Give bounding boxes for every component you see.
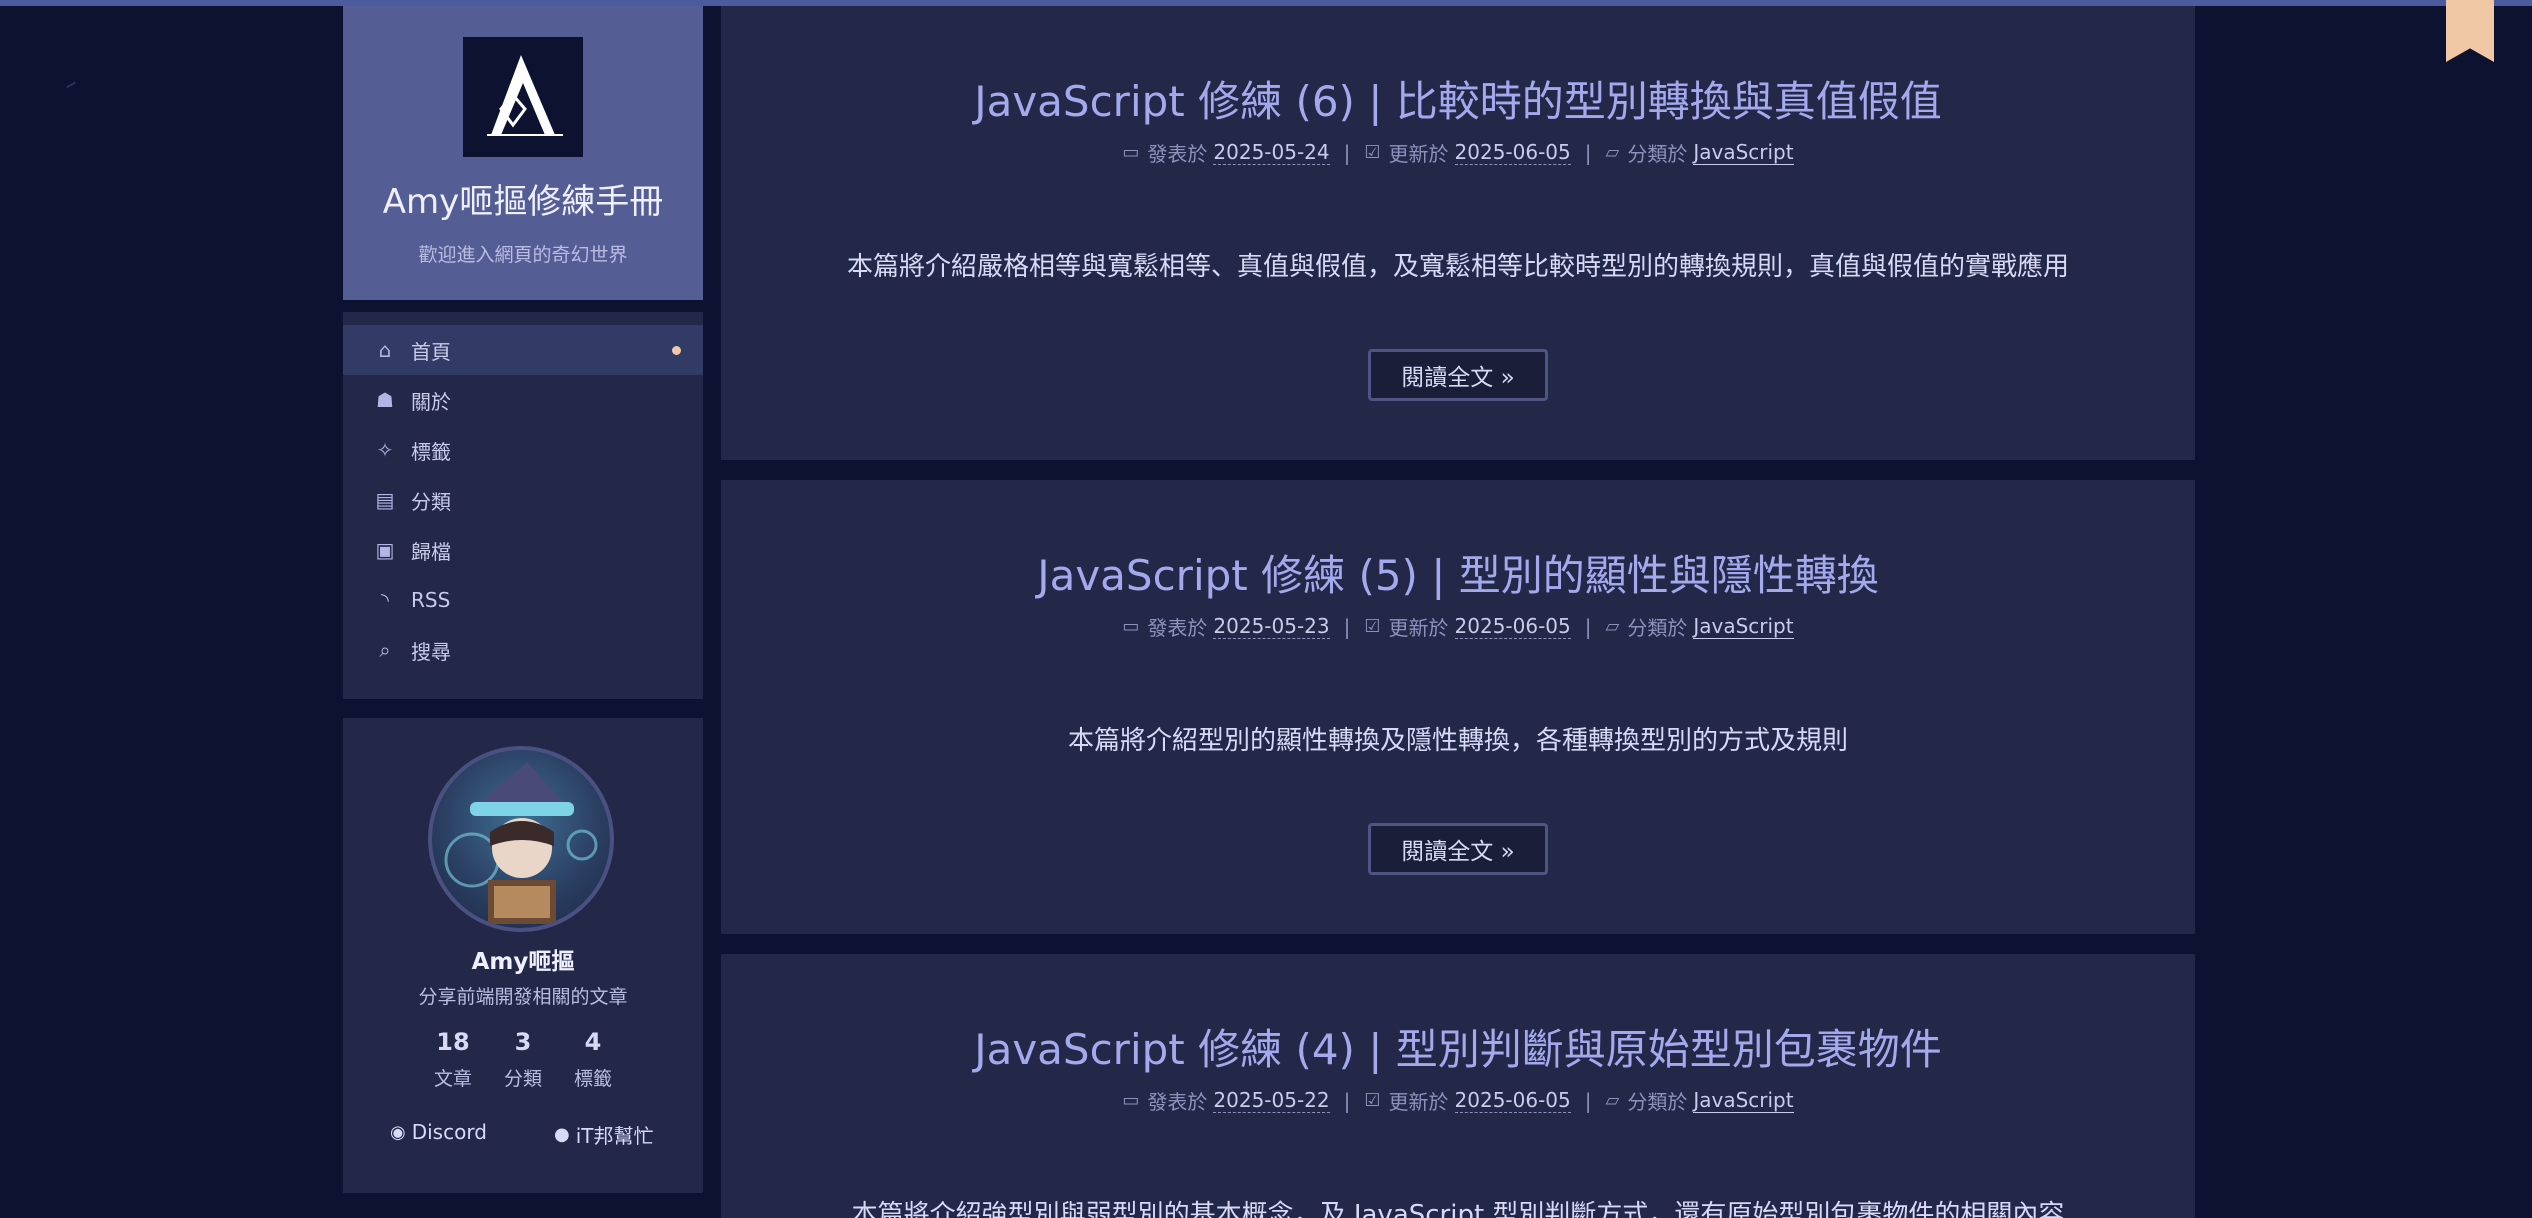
post-title[interactable]: JavaScript 修練 (4) | 型別判斷與原始型別包裹物件 [721, 1016, 2195, 1077]
menu-item-label: 首頁 [411, 339, 451, 364]
menu-item-label: 搜尋 [411, 639, 451, 664]
author-description: 分享前端開發相關的文章 [418, 986, 628, 1008]
folder-icon: ▱ [1605, 616, 1620, 637]
post-title[interactable]: JavaScript 修練 (5) | 型別的顯性與隱性轉換 [721, 542, 2195, 603]
site-stats: 18 文章 3 分類 4 標籤 [343, 1028, 703, 1091]
updated-label: 更新於 [1388, 142, 1449, 166]
site-title[interactable]: Amy咂摳修練手冊 [343, 174, 703, 223]
stat-count: 4 [584, 1028, 602, 1056]
stat-posts[interactable]: 18 文章 [418, 1028, 488, 1091]
stat-label: 文章 [433, 1068, 472, 1090]
user-icon: ☗ [376, 388, 394, 412]
link-label: iT邦幫忙 [575, 1124, 654, 1148]
category-label: 分類於 [1627, 1090, 1688, 1114]
ithome-link[interactable]: ● iT邦幫忙 [554, 1120, 654, 1149]
menu-item-categories[interactable]: ▤ 分類 [343, 475, 703, 525]
menu-item-label: 標籤 [411, 439, 451, 464]
post-meta: ▭ 發表於 2025-05-23 | ☑ 更新於 2025-06-05 | ▱ … [721, 612, 2195, 641]
author-name: Amy咂摳 [471, 949, 575, 975]
avatar-illustration [444, 762, 598, 924]
stat-tags[interactable]: 4 標籤 [558, 1028, 628, 1091]
category-label: 分類於 [1627, 616, 1688, 640]
menu-item-home[interactable]: ⌂ 首頁 [343, 325, 703, 375]
discord-icon: ◉ [390, 1121, 406, 1143]
calendar-icon: ▭ [1122, 1090, 1140, 1111]
rss-icon: ◝ [381, 588, 389, 612]
calendar-check-icon: ☑ [1364, 616, 1381, 637]
magic-wand-icon: ✧ [376, 438, 394, 462]
calendar-check-icon: ☑ [1364, 142, 1381, 163]
active-indicator-dot [672, 346, 681, 355]
search-icon: ⌕ [379, 638, 391, 662]
post-meta: ▭ 發表於 2025-05-24 | ☑ 更新於 2025-06-05 | ▱ … [721, 138, 2195, 167]
menu-item-search[interactable]: ⌕ 搜尋 [343, 625, 703, 675]
bookmark-icon[interactable] [2446, 0, 2494, 62]
folder-icon: ▱ [1605, 142, 1620, 163]
menu-item-label: 分類 [411, 489, 451, 514]
avatar [428, 746, 614, 932]
stat-count: 3 [514, 1028, 532, 1056]
menu-item-archives[interactable]: ▣ 歸檔 [343, 525, 703, 575]
post-excerpt: 本篇將介紹型別的顯性轉換及隱性轉換，各種轉換型別的方式及規則 [1067, 726, 1848, 756]
meta-separator: | [1343, 614, 1351, 639]
post-excerpt: 本篇將介紹嚴格相等與寬鬆相等、真值與假值，及寬鬆相等比較時型別的轉換規則，真值與… [846, 252, 2069, 282]
post-card: JavaScript 修練 (6) | 比較時的型別轉換與真值假值 ▭ 發表於 … [721, 6, 2195, 460]
meta-separator: | [1584, 1088, 1592, 1113]
read-more-button[interactable]: 閱讀全文 » [1368, 823, 1548, 875]
category-link[interactable]: JavaScript [1693, 614, 1794, 639]
meta-separator: | [1584, 140, 1592, 165]
folder-icon: ▱ [1605, 1090, 1620, 1111]
calendar-check-icon: ☑ [1364, 1090, 1381, 1111]
post-card: JavaScript 修練 (5) | 型別的顯性與隱性轉換 ▭ 發表於 202… [721, 480, 2195, 934]
stat-label: 分類 [503, 1068, 542, 1090]
post-meta: ▭ 發表於 2025-05-22 | ☑ 更新於 2025-06-05 | ▱ … [721, 1086, 2195, 1115]
updated-date: 2025-06-05 [1454, 614, 1571, 639]
category-link[interactable]: JavaScript [1693, 140, 1794, 165]
menu-item-label: 關於 [411, 389, 451, 414]
link-label: Discord [411, 1120, 487, 1144]
updated-label: 更新於 [1388, 1090, 1449, 1114]
home-icon: ⌂ [378, 338, 392, 362]
menu-item-label: 歸檔 [411, 539, 451, 564]
stat-label: 標籤 [573, 1068, 612, 1090]
discord-link[interactable]: ◉ Discord [390, 1120, 487, 1144]
posted-label: 發表於 [1147, 1090, 1208, 1114]
post-excerpt: 本篇將介紹強型別與弱型別的基本概念，及 JavaScript 型別判斷方式，還有… [851, 1200, 2065, 1218]
post-card: JavaScript 修練 (4) | 型別判斷與原始型別包裹物件 ▭ 發表於 … [721, 954, 2195, 1218]
scroll-icon: ▤ [375, 488, 395, 512]
calendar-icon: ▭ [1122, 142, 1140, 163]
meta-separator: | [1584, 614, 1592, 639]
read-more-button[interactable]: 閱讀全文 » [1368, 349, 1548, 401]
author-profile-card: Amy咂摳 分享前端開發相關的文章 18 文章 3 分類 4 標籤 ◉ Disc… [343, 718, 703, 1193]
stat-count: 18 [436, 1028, 470, 1056]
updated-date: 2025-06-05 [1454, 1088, 1571, 1113]
stat-categories[interactable]: 3 分類 [488, 1028, 558, 1091]
menu-item-about[interactable]: ☗ 關於 [343, 375, 703, 425]
site-subtitle: 歡迎進入網頁的奇幻世界 [418, 244, 628, 266]
post-title[interactable]: JavaScript 修練 (6) | 比較時的型別轉換與真值假值 [721, 68, 2195, 129]
menu-item-tags[interactable]: ✧ 標籤 [343, 425, 703, 475]
updated-date: 2025-06-05 [1454, 140, 1571, 165]
posted-date: 2025-05-23 [1213, 614, 1330, 639]
logo-a-icon [487, 55, 563, 136]
sidebar-menu: ⌂ 首頁 ☗ 關於 ✧ 標籤 ▤ 分類 ▣ 歸檔 ◝ RSS ⌕ 搜尋 [343, 312, 703, 699]
site-logo[interactable] [463, 37, 583, 157]
category-link[interactable]: JavaScript [1693, 1088, 1794, 1113]
posted-label: 發表於 [1147, 616, 1208, 640]
meta-separator: | [1343, 140, 1351, 165]
calendar-icon: ▭ [1122, 616, 1140, 637]
menu-item-label: RSS [411, 588, 451, 612]
posted-date: 2025-05-22 [1213, 1088, 1330, 1113]
posted-date: 2025-05-24 [1213, 140, 1330, 165]
updated-label: 更新於 [1388, 616, 1449, 640]
background-streak [66, 81, 76, 89]
posted-label: 發表於 [1147, 142, 1208, 166]
site-brand: Amy咂摳修練手冊 歡迎進入網頁的奇幻世界 [343, 6, 703, 300]
menu-item-rss[interactable]: ◝ RSS [343, 575, 703, 625]
archive-box-icon: ▣ [375, 538, 395, 562]
comment-icon: ● [554, 1124, 570, 1145]
category-label: 分類於 [1627, 142, 1688, 166]
meta-separator: | [1343, 1088, 1351, 1113]
social-links: ◉ Discord ● iT邦幫忙 [343, 1120, 703, 1150]
